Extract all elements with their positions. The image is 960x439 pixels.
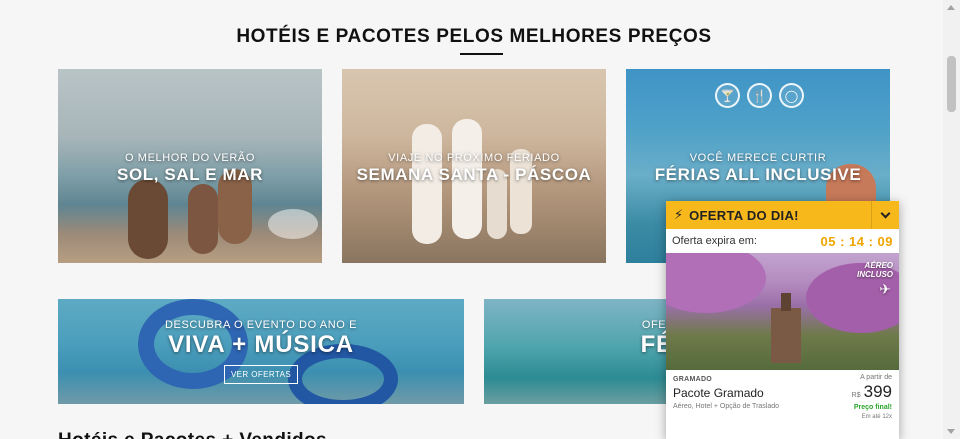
lightning-icon: ⚡ bbox=[674, 207, 684, 222]
scroll-down-arrow-icon[interactable] bbox=[947, 429, 955, 434]
card-subtitle: VOCÊ MERECE CURTIR bbox=[689, 152, 827, 164]
price-currency: R$ bbox=[851, 392, 861, 399]
price-from-label: A partir de bbox=[860, 374, 892, 381]
food-icon: 🍴 bbox=[747, 83, 772, 108]
card-photo-figure bbox=[188, 184, 218, 254]
best-sellers-heading: Hotéis e Pacotes + Vendidos bbox=[58, 430, 327, 439]
airplane-icon: ✈ bbox=[879, 281, 891, 297]
cocktail-icon: 🍸 bbox=[715, 83, 740, 108]
deal-countdown: Oferta expira em: 05 : 14 : 09 bbox=[666, 229, 899, 253]
chevron-down-icon bbox=[880, 208, 891, 218]
flight-included-badge: AÉREO INCLUSO bbox=[857, 261, 893, 279]
final-price-label: Preço final! bbox=[853, 404, 892, 411]
card-title: FÉRIAS ALL INCLUSIVE bbox=[654, 165, 862, 184]
collapse-toggle[interactable] bbox=[871, 201, 899, 229]
card-subtitle: VIAJE NO PRÓXIMO FERIADO bbox=[388, 152, 560, 164]
deal-photo-spire bbox=[781, 293, 791, 311]
promo-card-sol-sal-mar[interactable]: O MELHOR DO VERÃO SOL, SAL E MAR bbox=[58, 69, 322, 263]
card-subtitle: DESCUBRA O EVENTO DO ANO E bbox=[164, 319, 358, 331]
card-title: SOL, SAL E MAR bbox=[117, 165, 263, 184]
section-title-underline bbox=[460, 53, 503, 55]
section-title: HOTÉIS E PACOTES PELOS MELHORES PREÇOS bbox=[236, 26, 712, 47]
expire-label: Oferta expira em: bbox=[672, 235, 757, 247]
deal-header[interactable]: ⚡ OFERTA DO DIA! bbox=[666, 201, 899, 229]
card-title: VIVA + MÚSICA bbox=[168, 331, 354, 358]
promo-card-viva-musica[interactable]: DESCUBRA O EVENTO DO ANO E VIVA + MÚSICA… bbox=[58, 299, 464, 404]
price-box: A partir de R$ 399 Preço final! Em até 1… bbox=[852, 374, 892, 420]
countdown-timer: 05 : 14 : 09 bbox=[820, 233, 893, 249]
deal-of-the-day-widget[interactable]: ⚡ OFERTA DO DIA! Oferta expira em: 05 : … bbox=[666, 201, 899, 439]
deal-photo[interactable]: AÉREO INCLUSO ✈ bbox=[666, 253, 899, 370]
card-title: SEMANA SANTA - PÁSCOA bbox=[356, 165, 592, 184]
promo-card-semana-santa[interactable]: VIAJE NO PRÓXIMO FERIADO SEMANA SANTA - … bbox=[342, 69, 606, 263]
scroll-thumb[interactable] bbox=[947, 56, 956, 112]
card-photo-figure bbox=[128, 179, 168, 259]
volleyball-icon: ◯ bbox=[779, 83, 804, 108]
deal-info[interactable]: GRAMADO Pacote Gramado Aéreo, Hotel + Op… bbox=[666, 370, 899, 420]
deal-photo-blossom bbox=[666, 253, 766, 313]
deal-header-title: OFERTA DO DIA! bbox=[689, 207, 799, 223]
installments-label: Em até 12x bbox=[861, 414, 892, 420]
price-amount: 399 bbox=[863, 382, 892, 401]
card-photo-splash bbox=[268, 209, 318, 239]
deal-photo-church bbox=[771, 308, 801, 363]
card-subtitle: O MELHOR DO VERÃO bbox=[125, 152, 255, 164]
page-scrollbar[interactable] bbox=[943, 0, 960, 439]
see-offers-button[interactable]: VER OFERTAS bbox=[223, 365, 299, 384]
scroll-up-arrow-icon[interactable] bbox=[947, 5, 955, 10]
